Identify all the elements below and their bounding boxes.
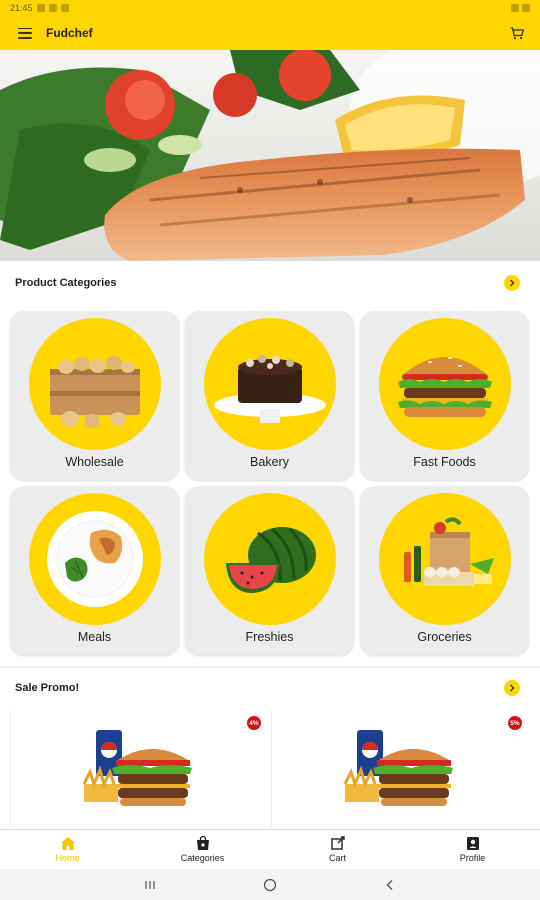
- nav-label: Categories: [180, 853, 225, 863]
- promo-card[interactable]: 4%: [10, 710, 269, 828]
- potato-crate-image: [28, 318, 161, 450]
- see-all-categories-button[interactable]: [504, 275, 520, 291]
- status-time: 21:45: [10, 3, 33, 13]
- category-card-wholesale[interactable]: Wholesale: [10, 311, 179, 480]
- nav-label: Home: [55, 853, 80, 863]
- promo-header: Sale Promo!: [0, 670, 540, 706]
- back-icon[interactable]: [380, 875, 400, 895]
- grocery-bag-image: [378, 493, 511, 625]
- category-label: Groceries: [417, 630, 472, 644]
- categories-header: Product Categories: [0, 265, 540, 301]
- wifi-icon: [511, 4, 519, 12]
- category-card-bakery[interactable]: Bakery: [185, 311, 354, 480]
- nav-item-profile[interactable]: Profile: [405, 830, 540, 869]
- burger-image: [378, 318, 511, 450]
- category-grid: Wholesale Bakery Fast Foods Meals Freshi…: [10, 311, 532, 655]
- hamburger-menu-icon[interactable]: [18, 27, 32, 39]
- chevron-right-icon: [510, 684, 515, 692]
- notification-icon: [48, 4, 57, 12]
- battery-icon: [522, 4, 530, 12]
- section-title: Product Categories: [15, 277, 117, 289]
- section-divider: [0, 666, 540, 668]
- category-card-meals[interactable]: Meals: [10, 486, 179, 655]
- nav-item-categories[interactable]: Categories: [135, 830, 270, 869]
- burger-combo-image: [82, 730, 192, 806]
- profile-icon: [466, 837, 479, 850]
- home-icon: [60, 837, 75, 850]
- chocolate-cake-image: [203, 318, 336, 450]
- category-label: Fast Foods: [413, 455, 476, 469]
- bottom-navigation: Home Categories Cart Profile: [0, 829, 540, 869]
- app-title: Fudchef: [46, 26, 93, 40]
- category-card-groceries[interactable]: Groceries: [360, 486, 529, 655]
- cart-icon: [330, 836, 345, 850]
- chevron-right-icon: [510, 279, 515, 287]
- nav-item-cart[interactable]: Cart: [270, 830, 405, 869]
- app-screen: 21:45 Fudchef Product Categories Wholesa…: [0, 0, 540, 900]
- nav-label: Cart: [328, 853, 346, 863]
- watermelon-image: [203, 493, 336, 625]
- hero-banner-image[interactable]: [0, 50, 540, 261]
- section-title: Sale Promo!: [15, 682, 80, 694]
- shopping-bag-icon: [196, 836, 209, 850]
- recent-apps-icon[interactable]: [140, 875, 160, 895]
- promo-list: 4% 5%: [10, 710, 530, 828]
- category-card-fast-foods[interactable]: Fast Foods: [360, 311, 529, 480]
- cart-icon[interactable]: [508, 24, 526, 42]
- home-button-icon[interactable]: [260, 875, 280, 895]
- category-label: Meals: [77, 630, 112, 644]
- discount-badge: 4%: [247, 716, 261, 730]
- system-navigation-bar: [0, 869, 540, 900]
- category-label: Freshies: [245, 630, 294, 644]
- plated-meal-image: [28, 493, 161, 625]
- discount-badge: 5%: [508, 716, 522, 730]
- nav-label: Profile: [459, 853, 486, 863]
- status-bar: 21:45: [0, 0, 540, 16]
- notification-icon: [36, 4, 45, 12]
- notification-icon: [60, 4, 69, 12]
- burger-combo-image: [343, 730, 453, 806]
- promo-card[interactable]: 5%: [271, 710, 530, 828]
- category-card-freshies[interactable]: Freshies: [185, 486, 354, 655]
- category-label: Wholesale: [65, 455, 124, 469]
- category-label: Bakery: [250, 455, 289, 469]
- nav-item-home[interactable]: Home: [0, 830, 135, 869]
- see-all-promos-button[interactable]: [504, 680, 520, 696]
- app-bar: Fudchef: [0, 16, 540, 50]
